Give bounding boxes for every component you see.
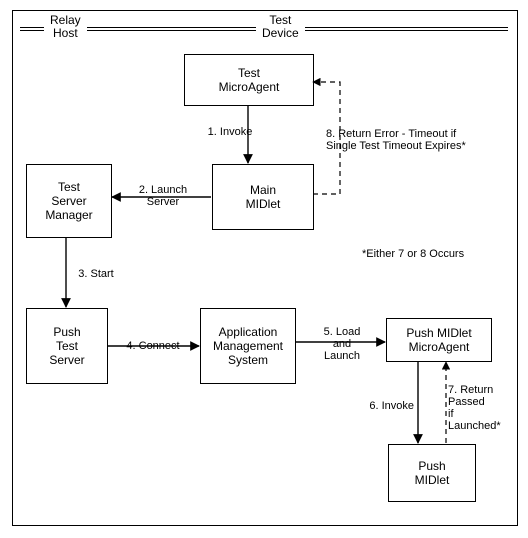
node-main-midlet: MainMIDlet bbox=[212, 164, 314, 230]
region-label-test-device: TestDevice bbox=[256, 14, 305, 40]
edge-label-8: 8. Return Error - Timeout ifSingle Test … bbox=[326, 128, 486, 152]
edge-label-1: 1. Invoke bbox=[205, 126, 255, 138]
edge-label-4: 4. Connect bbox=[122, 340, 184, 352]
edge-label-7: 7. ReturnPassedifLaunched* bbox=[448, 384, 508, 432]
node-test-microagent: TestMicroAgent bbox=[184, 54, 314, 106]
node-push-test-server: PushTestServer bbox=[26, 308, 108, 384]
edge-label-2: 2. LaunchServer bbox=[133, 184, 193, 208]
node-push-midlet: PushMIDlet bbox=[388, 444, 476, 502]
region-label-relay-host: RelayHost bbox=[44, 14, 87, 40]
node-push-midlet-microagent: Push MIDletMicroAgent bbox=[386, 318, 492, 362]
note-either-7-or-8: *Either 7 or 8 Occurs bbox=[362, 248, 492, 260]
edge-label-5: 5. LoadandLaunch bbox=[316, 326, 368, 362]
node-ams: ApplicationManagementSystem bbox=[200, 308, 296, 384]
edge-label-3: 3. Start bbox=[74, 268, 118, 280]
edge-label-6: 6. Invoke bbox=[366, 400, 414, 412]
node-test-server-manager: TestServerManager bbox=[26, 164, 112, 238]
